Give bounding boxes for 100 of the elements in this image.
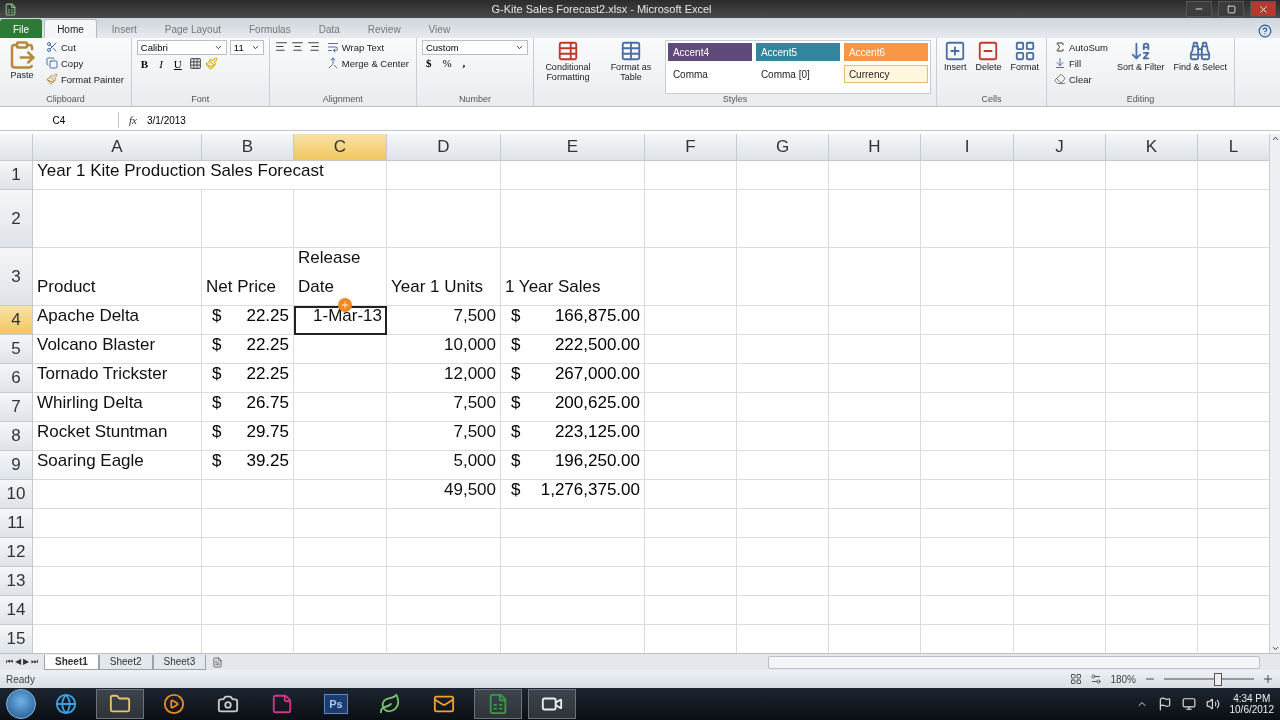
network-icon[interactable] [1181, 697, 1196, 711]
help-icon[interactable] [1258, 24, 1272, 38]
row-header[interactable]: 1 [0, 161, 33, 190]
paste-button[interactable]: Paste [5, 40, 39, 94]
clear-button[interactable]: Clear [1051, 72, 1110, 86]
sheet-nav-button[interactable]: ⏮ [6, 657, 13, 667]
status-text: Ready [6, 673, 35, 685]
column-header[interactable]: B [202, 134, 294, 161]
row-header[interactable]: 7 [0, 393, 33, 422]
currency-button[interactable]: $ [421, 57, 436, 69]
ribbon-tab[interactable]: Data [305, 19, 353, 38]
sheet-tab[interactable]: Sheet3 [152, 654, 207, 670]
row-header[interactable]: 3 [0, 248, 33, 306]
taskbar-button[interactable] [528, 689, 576, 719]
borders-icon[interactable] [188, 57, 202, 70]
autosum-button[interactable]: AutoSum [1051, 40, 1110, 54]
sort-filter-button[interactable]: Sort & Filter [1115, 40, 1167, 94]
row-header[interactable]: 6 [0, 364, 33, 393]
column-header[interactable]: I [921, 134, 1014, 161]
ribbon-tab[interactable]: Review [354, 19, 414, 38]
format-as-table-button[interactable]: Format as Table [601, 40, 660, 94]
taskbar-button[interactable] [96, 689, 144, 719]
start-button[interactable] [6, 689, 36, 719]
speaker-icon[interactable] [1205, 697, 1220, 711]
row-header[interactable]: 5 [0, 335, 33, 364]
cell-style[interactable]: Accent4 [667, 43, 752, 61]
formula-field[interactable]: 3/1/2013 [146, 114, 186, 126]
minimize-button[interactable] [1186, 1, 1212, 17]
name-box[interactable]: C4 [0, 112, 119, 128]
cell-style[interactable]: Accent5 [755, 43, 840, 61]
row-header[interactable]: 9 [0, 451, 33, 480]
column-header[interactable]: D [387, 134, 501, 161]
zoom-level[interactable]: 180% [1110, 673, 1136, 685]
find-select-button[interactable]: Find & Select [1171, 40, 1230, 94]
new-sheet-icon[interactable] [212, 656, 224, 668]
flag-icon[interactable] [1157, 697, 1172, 711]
amount: 22.25 [246, 334, 289, 356]
insert-function-button[interactable]: fx [123, 114, 143, 126]
row-header[interactable]: 13 [0, 567, 33, 596]
taskbar-button[interactable]: Ps [312, 689, 360, 719]
align-right-icon[interactable] [306, 40, 320, 53]
underline-button[interactable]: U [169, 57, 186, 70]
excel-icon [4, 2, 17, 16]
align-center-icon[interactable] [290, 40, 304, 53]
row-header[interactable]: 2 [0, 190, 33, 248]
conditional-formatting-button[interactable]: Conditional Formatting [538, 40, 597, 94]
cell-style[interactable]: Currency [843, 65, 928, 83]
cut-button[interactable]: Cut [44, 40, 126, 54]
ribbon-tab[interactable]: Insert [98, 19, 150, 38]
comma-button[interactable]: , [458, 57, 470, 69]
font-field[interactable]: Calibri [136, 40, 227, 55]
wrap-text-button[interactable]: Wrap Text [324, 40, 411, 54]
row-header[interactable]: 12 [0, 538, 33, 567]
ribbon-tab[interactable]: Page Layout [151, 19, 234, 38]
column-header[interactable]: L [1198, 134, 1269, 161]
maximize-button[interactable] [1218, 1, 1244, 17]
percent-button[interactable]: % [438, 57, 456, 69]
column-header[interactable]: E [501, 134, 645, 161]
insert-button[interactable]: Insert [941, 40, 969, 94]
row-header[interactable]: 14 [0, 596, 33, 625]
row-header[interactable]: 4 [0, 306, 33, 335]
number-format-field[interactable]: Custom [421, 40, 528, 55]
column-header[interactable]: K [1106, 134, 1198, 161]
column-header[interactable]: C [294, 134, 387, 161]
close-button[interactable] [1250, 1, 1276, 17]
copy-button[interactable]: Copy [44, 56, 126, 70]
spreadsheet-icon [487, 693, 509, 715]
normal-view-icon[interactable] [1070, 673, 1083, 685]
sheet-tab[interactable]: Sheet1 [44, 654, 99, 670]
sheet-nav-button[interactable]: ⏭ [31, 657, 38, 667]
delete-button[interactable]: Delete [973, 40, 1004, 94]
fill-button[interactable]: Fill [1051, 56, 1110, 70]
bold-button[interactable]: B [136, 57, 153, 70]
font-size-field[interactable]: 11 [229, 40, 264, 55]
horizontal-scrollbar[interactable] [768, 655, 1260, 669]
italic-button[interactable]: I [155, 57, 167, 70]
column-header[interactable]: F [645, 134, 737, 161]
group-label: Number [457, 94, 492, 106]
column-header[interactable]: J [1014, 134, 1106, 161]
column-header[interactable]: A [33, 134, 202, 161]
align-left-icon[interactable] [274, 40, 288, 53]
merge-center-button[interactable]: Merge & Center [324, 56, 411, 70]
column-header[interactable]: H [829, 134, 921, 161]
file-tab[interactable]: File [0, 19, 43, 38]
sheet-tab[interactable]: Sheet2 [98, 654, 153, 670]
format-button[interactable]: Format [1008, 40, 1041, 94]
zoom-thumb[interactable] [1214, 672, 1222, 686]
row-header[interactable]: 15 [0, 625, 33, 653]
zoom-in-icon[interactable] [1262, 673, 1274, 685]
ribbon-tab[interactable]: Home [44, 19, 97, 38]
row-header[interactable]: 8 [0, 422, 33, 451]
ribbon-tab[interactable]: Formulas [236, 19, 304, 38]
vertical-scrollbar[interactable] [1269, 134, 1280, 653]
sheet-nav-button[interactable]: ◀ [15, 657, 21, 667]
ribbon-tab[interactable]: View [415, 19, 464, 38]
format-painter-button[interactable]: Format Painter [44, 72, 126, 86]
row-header[interactable]: 11 [0, 509, 33, 538]
sheet-nav-button[interactable]: ▶ [23, 657, 29, 667]
row-header[interactable]: 10 [0, 480, 33, 509]
column-header[interactable]: G [737, 134, 829, 161]
